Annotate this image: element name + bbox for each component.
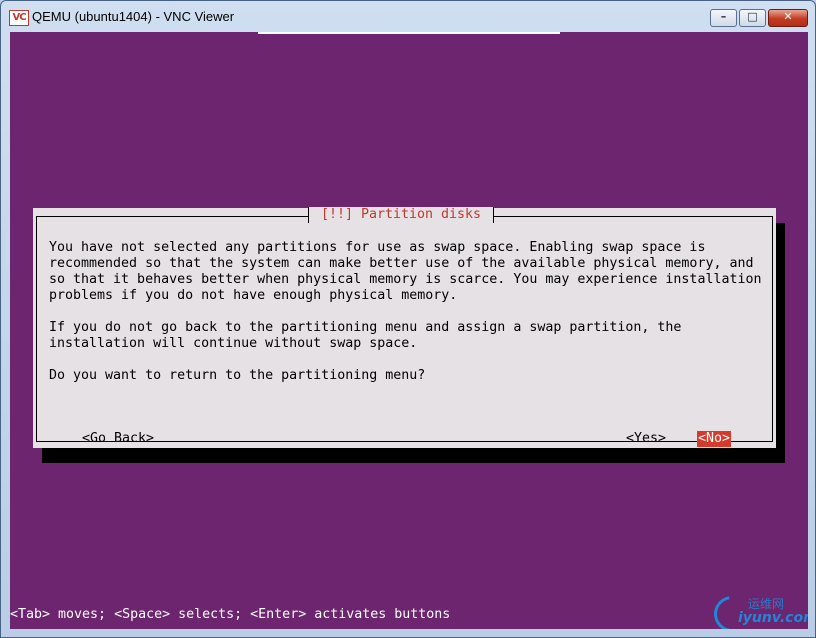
keyboard-help-line: <Tab> moves; <Space> selects; <Enter> ac… — [10, 607, 451, 622]
dialog-title: [!!] Partition disks — [308, 207, 494, 223]
top-progress-bar — [258, 32, 560, 34]
continue-info-text: If you do not go back to the partitionin… — [49, 320, 682, 351]
vnc-viewer-window: VC QEMU (ubuntu1404) - VNC Viewer – □ ✕ … — [0, 0, 816, 638]
vnc-framebuffer[interactable]: [!!] Partition disks You have not select… — [10, 32, 808, 629]
title-bar[interactable]: VC QEMU (ubuntu1404) - VNC Viewer – □ ✕ — [1, 1, 815, 31]
minimize-button[interactable]: – — [710, 9, 737, 27]
question-text: Do you want to return to the partitionin… — [49, 368, 426, 383]
close-button[interactable]: ✕ — [768, 9, 808, 27]
swap-warning-text: You have not selected any partitions for… — [49, 240, 762, 303]
yes-button[interactable]: <Yes> — [626, 431, 666, 447]
no-button[interactable]: <No> — [697, 431, 732, 447]
watermark-url-text: iyunv.com — [738, 610, 808, 626]
vnc-app-icon: VC — [9, 10, 29, 26]
go-back-button[interactable]: <Go Back> — [82, 431, 154, 447]
watermark-logo: 运维网 iyunv.com — [706, 588, 808, 629]
window-title: QEMU (ubuntu1404) - VNC Viewer — [32, 9, 235, 24]
partition-dialog: [!!] Partition disks You have not select… — [33, 207, 776, 448]
maximize-button[interactable]: □ — [739, 9, 766, 27]
